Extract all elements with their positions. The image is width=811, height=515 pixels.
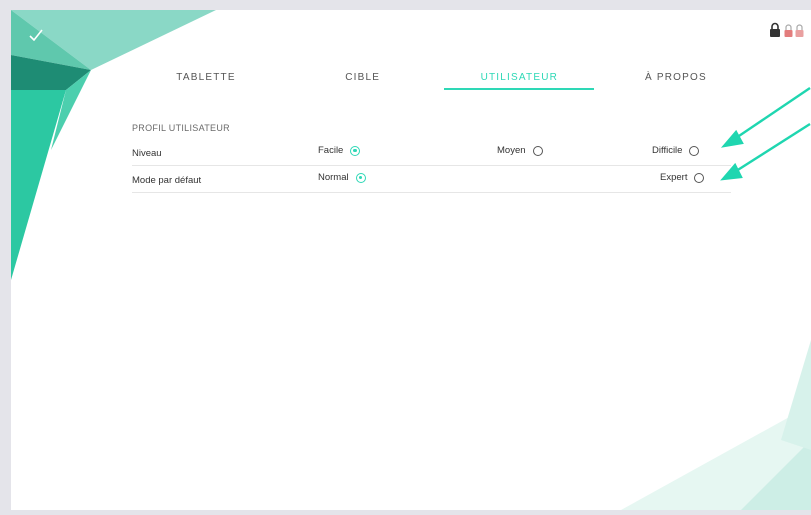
check-icon [29, 29, 43, 41]
radio-selected[interactable] [350, 145, 361, 156]
option-normal[interactable]: Normal [318, 172, 366, 183]
setting-label: Mode par défaut [132, 175, 202, 186]
option-label: Moyen [497, 145, 526, 156]
deco-bottom-right-shape [781, 340, 811, 450]
dual-lock-status-icon[interactable] [783, 22, 807, 38]
radio-unselected[interactable] [532, 145, 543, 156]
tab-cible[interactable]: CIBLE [288, 66, 438, 90]
option-facile[interactable]: Facile [318, 145, 361, 156]
option-label: Facile [318, 145, 344, 156]
tab-bar: TABLETTE CIBLE UTILISATEUR À PROPOS [131, 66, 751, 98]
tab-tablette[interactable]: TABLETTE [131, 66, 281, 90]
setting-row-niveau: Niveau Facile Moyen Difficile [132, 141, 731, 166]
option-label: Expert [660, 172, 688, 183]
radio-unselected[interactable] [694, 172, 705, 183]
option-label: Normal [318, 172, 349, 183]
app-screen: TABLETTE CIBLE UTILISATEUR À PROPOS PROF… [11, 10, 811, 510]
section-title: PROFIL UTILISATEUR [132, 123, 230, 133]
tab-a-propos[interactable]: À PROPOS [601, 66, 751, 90]
setting-label: Niveau [132, 148, 162, 159]
tab-utilisateur[interactable]: UTILISATEUR [444, 66, 595, 90]
deco-left-shape [11, 90, 66, 280]
option-expert[interactable]: Expert [660, 172, 705, 183]
lock-icon[interactable] [769, 22, 781, 38]
option-label: Difficile [652, 145, 683, 156]
radio-selected[interactable] [355, 172, 366, 183]
radio-unselected[interactable] [689, 145, 700, 156]
setting-row-mode: Mode par défaut Normal Expert [132, 168, 731, 193]
option-moyen[interactable]: Moyen [497, 145, 543, 156]
confirm-button[interactable] [25, 24, 47, 46]
option-difficile[interactable]: Difficile [652, 145, 700, 156]
top-right-icons [769, 22, 807, 38]
